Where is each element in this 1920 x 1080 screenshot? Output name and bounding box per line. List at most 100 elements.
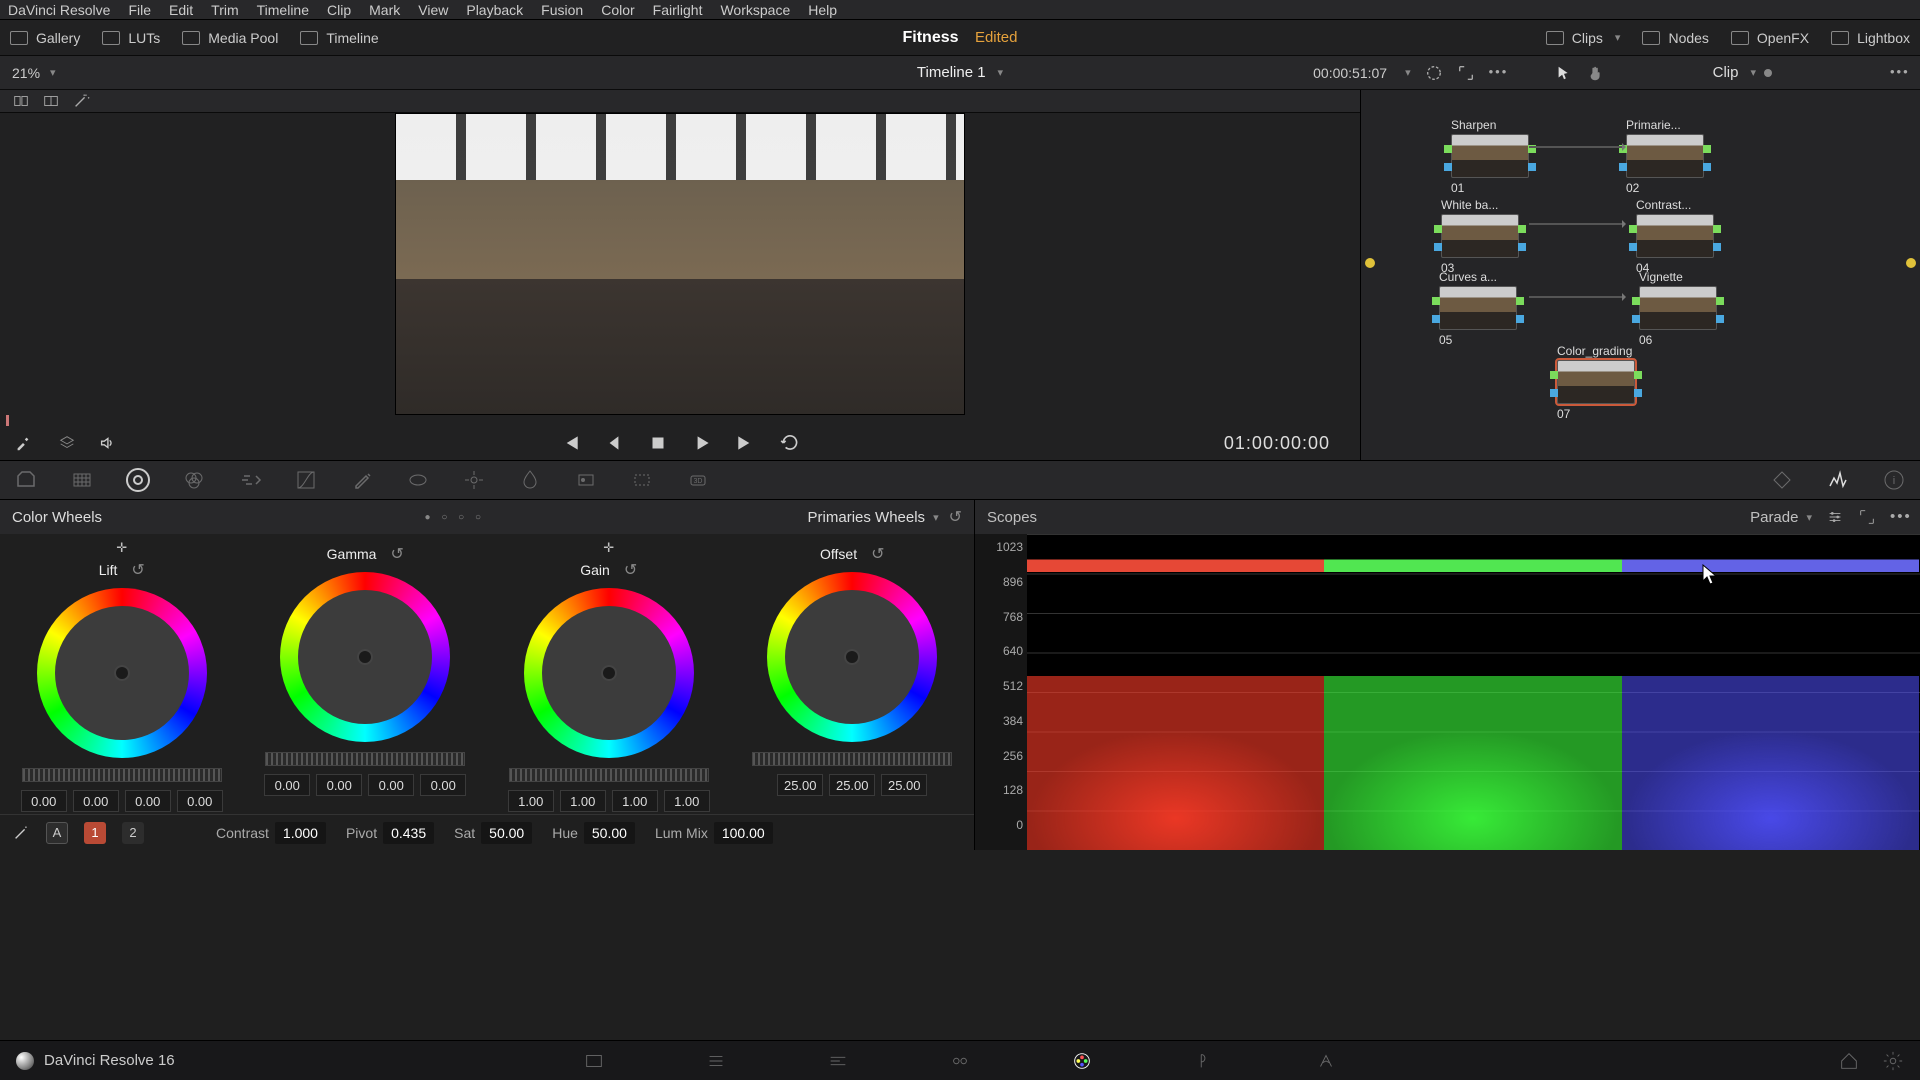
menu-color[interactable]: Color: [601, 2, 634, 18]
wheel-value[interactable]: 1.00: [664, 790, 710, 812]
window-icon[interactable]: [406, 468, 430, 492]
wheel-knob[interactable]: [603, 667, 615, 679]
master-jog[interactable]: [509, 768, 709, 782]
menu-view[interactable]: View: [418, 2, 448, 18]
nodes-button[interactable]: Nodes: [1642, 30, 1708, 46]
menu-help[interactable]: Help: [808, 2, 837, 18]
node-05[interactable]: Curves a... 05: [1439, 270, 1517, 347]
play-button[interactable]: [691, 432, 713, 454]
color-wheel[interactable]: [524, 588, 694, 758]
node-thumb[interactable]: [1441, 214, 1519, 258]
color-match-icon[interactable]: [70, 468, 94, 492]
luts-button[interactable]: LUTs: [102, 30, 160, 46]
param-lum-mix[interactable]: Lum Mix100.00: [655, 822, 773, 844]
more-icon[interactable]: •••: [1890, 64, 1908, 82]
param-sat[interactable]: Sat50.00: [454, 822, 532, 844]
wheel-value[interactable]: 0.00: [125, 790, 171, 812]
node-thumb[interactable]: [1451, 134, 1529, 178]
timeline-button[interactable]: Timeline: [300, 30, 378, 46]
tracking-icon[interactable]: [462, 468, 486, 492]
picker-icon[interactable]: ✛: [116, 540, 127, 556]
qualifier-icon[interactable]: [350, 468, 374, 492]
wheel-value[interactable]: 0.00: [73, 790, 119, 812]
wheels-mode-dropdown[interactable]: Primaries Wheels▾: [808, 509, 939, 526]
expand-scope-icon[interactable]: [1858, 508, 1876, 526]
sizing-icon[interactable]: [630, 468, 654, 492]
menu-playback[interactable]: Playback: [466, 2, 523, 18]
scope-mode-dropdown[interactable]: Parade▾: [1750, 509, 1812, 526]
menu-timeline[interactable]: Timeline: [257, 2, 309, 18]
menu-clip[interactable]: Clip: [327, 2, 351, 18]
wheel-knob[interactable]: [116, 667, 128, 679]
color-wheel[interactable]: [37, 588, 207, 758]
mediapool-button[interactable]: Media Pool: [182, 30, 278, 46]
color-wheels-icon[interactable]: [126, 468, 150, 492]
auto-balance-icon[interactable]: [12, 824, 30, 842]
color-wheel[interactable]: [280, 572, 450, 742]
param-pivot[interactable]: Pivot0.435: [346, 822, 434, 844]
settings-icon[interactable]: [1826, 508, 1844, 526]
image-wipe-icon[interactable]: [12, 92, 30, 110]
menu-edit[interactable]: Edit: [169, 2, 193, 18]
stop-button[interactable]: [647, 432, 669, 454]
rgb-mixer-icon[interactable]: [182, 468, 206, 492]
auto-icon[interactable]: A: [46, 822, 68, 844]
node-01[interactable]: Sharpen 01: [1451, 118, 1529, 195]
scrub-bar[interactable]: [0, 415, 1360, 426]
master-jog[interactable]: [22, 768, 222, 782]
media-page-icon[interactable]: [583, 1050, 605, 1072]
wheel-value[interactable]: 25.00: [777, 774, 823, 796]
picker-icon[interactable]: ✛: [603, 540, 614, 556]
cut-page-icon[interactable]: [705, 1050, 727, 1072]
step-back-button[interactable]: [603, 432, 625, 454]
wheel-value[interactable]: 25.00: [829, 774, 875, 796]
fairlight-page-icon[interactable]: [1193, 1050, 1215, 1072]
page-1-button[interactable]: 1: [84, 822, 106, 844]
lightbox-button[interactable]: Lightbox: [1831, 30, 1910, 46]
bypass-icon[interactable]: [1425, 64, 1443, 82]
node-scope-dropdown[interactable]: Clip▾: [1713, 64, 1772, 81]
node-04[interactable]: Contrast... 04: [1636, 198, 1714, 275]
expand-icon[interactable]: [1457, 64, 1475, 82]
page-dots[interactable]: ● ○ ○ ○: [425, 512, 486, 523]
edit-page-icon[interactable]: [827, 1050, 849, 1072]
project-settings-icon[interactable]: [1882, 1050, 1904, 1072]
reset-icon[interactable]: ↺: [624, 560, 637, 580]
page-2-button[interactable]: 2: [122, 822, 144, 844]
record-timecode[interactable]: 01:00:00:00: [1224, 433, 1330, 454]
reset-icon[interactable]: ↺: [390, 544, 403, 564]
node-thumb[interactable]: [1636, 214, 1714, 258]
node-graph[interactable]: Sharpen 01 Primarie... 02 White ba... 03 Co…: [1360, 90, 1920, 460]
menu-fairlight[interactable]: Fairlight: [653, 2, 703, 18]
reset-icon[interactable]: ↺: [131, 560, 144, 580]
wheel-value[interactable]: 0.00: [264, 774, 310, 796]
fusion-page-icon[interactable]: [949, 1050, 971, 1072]
param-value[interactable]: 50.00: [584, 822, 635, 844]
next-clip-button[interactable]: [735, 432, 757, 454]
reset-all-icon[interactable]: ↺: [949, 507, 962, 527]
scopes-icon[interactable]: [1826, 468, 1850, 492]
node-03[interactable]: White ba... 03: [1441, 198, 1519, 275]
param-value[interactable]: 100.00: [714, 822, 773, 844]
param-value[interactable]: 50.00: [481, 822, 532, 844]
wheel-value[interactable]: 0.00: [21, 790, 67, 812]
node-thumb[interactable]: [1639, 286, 1717, 330]
split-icon[interactable]: [42, 92, 60, 110]
wheel-value[interactable]: 1.00: [508, 790, 554, 812]
menu-fusion[interactable]: Fusion: [541, 2, 583, 18]
reset-icon[interactable]: ↺: [871, 544, 884, 564]
more-icon[interactable]: •••: [1489, 64, 1507, 82]
timeline-name-dropdown[interactable]: Timeline 1▾: [917, 64, 1003, 81]
gallery-button[interactable]: Gallery: [10, 30, 80, 46]
3d-icon[interactable]: 3D: [686, 468, 710, 492]
eyedropper-icon[interactable]: [14, 434, 32, 452]
clips-button[interactable]: Clips▾: [1546, 30, 1621, 46]
menu-davinci[interactable]: DaVinci Resolve: [8, 2, 110, 18]
wheel-value[interactable]: 0.00: [316, 774, 362, 796]
key-icon[interactable]: [574, 468, 598, 492]
node-02[interactable]: Primarie... 02: [1626, 118, 1704, 195]
graph-output[interactable]: [1906, 258, 1916, 268]
menu-file[interactable]: File: [128, 2, 151, 18]
deliver-page-icon[interactable]: [1315, 1050, 1337, 1072]
sound-icon[interactable]: [98, 434, 116, 452]
